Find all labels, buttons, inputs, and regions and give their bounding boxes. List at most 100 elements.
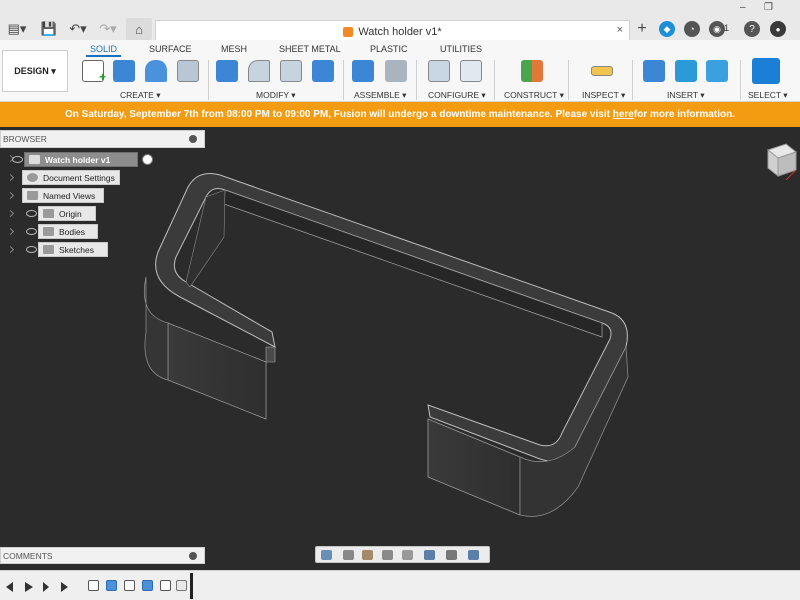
folder-icon	[27, 191, 38, 200]
sketch-feature-icon[interactable]	[88, 580, 99, 591]
group-modify[interactable]: MODIFY ▾	[256, 90, 296, 101]
look-at-icon[interactable]	[343, 550, 354, 560]
viewport-canvas[interactable]	[0, 127, 800, 564]
group-select[interactable]: SELECT ▾	[748, 90, 788, 101]
undo-icon[interactable]: ↶▾	[66, 18, 90, 40]
new-component-icon[interactable]	[352, 60, 374, 82]
browser-title: BROWSER	[3, 134, 47, 144]
document-tab[interactable]: Watch holder v1* ×	[155, 20, 630, 42]
pan-hand-icon[interactable]	[362, 550, 373, 560]
visibility-eye-icon[interactable]	[26, 246, 37, 253]
configuration-table-icon[interactable]	[460, 60, 482, 82]
offset-plane-icon[interactable]	[521, 60, 543, 82]
extensions-icon[interactable]: ◆	[659, 21, 675, 37]
group-assemble[interactable]: ASSEMBLE ▾	[354, 90, 406, 101]
title-bar: ▤▾ 💾 ↶▾ ↷▾ ⌂ Watch holder v1* × + ◆ ◔ ◉ …	[0, 0, 800, 42]
notifications-count: 1	[724, 23, 730, 33]
model-view	[143, 173, 629, 517]
minimize-button[interactable]: –	[740, 2, 746, 13]
hole-icon[interactable]	[177, 60, 199, 82]
document-title: Watch holder v1*	[358, 25, 442, 38]
group-insert[interactable]: INSERT ▾	[667, 90, 705, 101]
shell-icon[interactable]	[312, 60, 334, 82]
tab-surface[interactable]: SURFACE	[149, 44, 192, 54]
visibility-eye-icon[interactable]	[12, 156, 23, 163]
revolve-icon[interactable]	[145, 60, 167, 82]
visibility-eye-icon[interactable]	[26, 210, 37, 217]
restore-button[interactable]: ❐	[764, 2, 773, 13]
divider	[208, 60, 209, 100]
visibility-eye-icon[interactable]	[26, 228, 37, 235]
joint-icon[interactable]	[385, 60, 407, 82]
workspace-switcher[interactable]: DESIGN ▾	[2, 50, 68, 92]
display-settings-icon[interactable]	[424, 550, 435, 560]
browser-item-bodies[interactable]: Bodies	[38, 224, 98, 239]
collapse-panel-icon[interactable]	[189, 135, 197, 143]
browser-item-label: Origin	[59, 208, 82, 219]
fillet-feature-icon[interactable]	[176, 580, 187, 591]
insert-derive-icon[interactable]	[643, 60, 665, 82]
help-icon[interactable]: ?	[744, 21, 760, 37]
home-icon[interactable]: ⌂	[126, 18, 152, 40]
file-menu-icon[interactable]: ▤▾	[4, 18, 30, 40]
viewports-icon[interactable]	[468, 550, 479, 560]
go-to-start-icon[interactable]	[6, 582, 13, 592]
chamfer-icon[interactable]	[280, 60, 302, 82]
sketch-feature-icon[interactable]	[160, 580, 171, 591]
zoom-icon[interactable]	[382, 550, 393, 560]
folder-icon	[43, 227, 54, 236]
sketch-feature-icon[interactable]	[124, 580, 135, 591]
group-create[interactable]: CREATE ▾	[120, 90, 160, 101]
banner-text-after: for more information.	[633, 109, 735, 120]
play-icon[interactable]	[25, 582, 33, 592]
tab-sheet-metal[interactable]: SHEET METAL	[279, 44, 341, 54]
grid-icon[interactable]	[446, 550, 457, 560]
browser-root-node[interactable]: Watch holder v1	[24, 152, 153, 167]
browser-header[interactable]: BROWSER	[0, 130, 205, 148]
extrude-icon[interactable]	[113, 60, 135, 82]
root-node-label: Watch holder v1	[45, 154, 111, 165]
banner-link[interactable]: here	[613, 109, 634, 120]
create-sketch-icon[interactable]: +	[82, 60, 106, 84]
configure-icon[interactable]	[428, 60, 450, 82]
notifications-icon[interactable]: ◉	[709, 21, 725, 37]
activate-radio-icon[interactable]	[142, 154, 153, 165]
group-inspect[interactable]: INSPECT ▾	[582, 90, 625, 101]
extrude-feature-icon[interactable]	[142, 580, 153, 591]
go-to-end-icon[interactable]	[61, 582, 68, 592]
measure-icon[interactable]	[591, 66, 613, 76]
extrude-feature-icon[interactable]	[106, 580, 117, 591]
divider	[568, 60, 569, 100]
close-tab-icon[interactable]: ×	[617, 24, 623, 36]
component-icon	[29, 155, 40, 164]
group-construct[interactable]: CONSTRUCT ▾	[504, 90, 564, 101]
save-icon[interactable]: 💾	[40, 18, 58, 40]
tab-mesh[interactable]: MESH	[221, 44, 247, 54]
orbit-icon[interactable]	[321, 550, 332, 560]
fillet-icon[interactable]	[248, 60, 270, 82]
divider	[740, 60, 741, 100]
timeline-marker[interactable]	[190, 573, 193, 599]
job-status-icon[interactable]: ◔	[684, 21, 700, 37]
browser-item-document-settings[interactable]: Document Settings	[22, 170, 120, 185]
select-icon[interactable]	[752, 58, 780, 84]
view-cube[interactable]	[764, 142, 798, 181]
browser-item-sketches[interactable]: Sketches	[38, 242, 108, 257]
new-tab-icon[interactable]: +	[634, 18, 650, 40]
browser-item-origin[interactable]: Origin	[38, 206, 96, 221]
redo-icon[interactable]: ↷▾	[96, 18, 120, 40]
step-forward-icon[interactable]	[43, 582, 49, 592]
folder-icon	[43, 245, 54, 254]
tab-utilities[interactable]: UTILITIES	[440, 44, 482, 54]
fit-icon[interactable]	[402, 550, 413, 560]
insert-canvas-icon[interactable]	[706, 60, 728, 82]
press-pull-icon[interactable]	[216, 60, 238, 82]
group-configure[interactable]: CONFIGURE ▾	[428, 90, 486, 101]
browser-item-named-views[interactable]: Named Views	[22, 188, 104, 203]
add-comment-icon[interactable]	[189, 552, 197, 560]
tab-plastic[interactable]: PLASTIC	[370, 44, 408, 54]
user-avatar-icon[interactable]: ●	[770, 21, 786, 37]
insert-mcmaster-icon[interactable]	[675, 60, 697, 82]
tab-solid[interactable]: SOLID	[85, 44, 122, 57]
comments-panel[interactable]: COMMENTS	[0, 547, 205, 564]
